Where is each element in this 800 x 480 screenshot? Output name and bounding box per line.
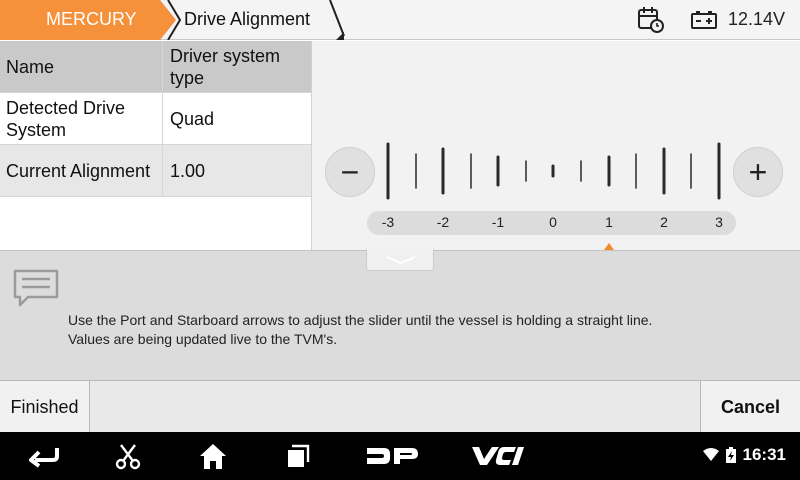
table-row: Current Alignment 1.00 xyxy=(0,145,311,197)
back-icon[interactable] xyxy=(26,440,62,472)
battery-status-icon xyxy=(725,447,736,463)
data-table: Name Driver system type Detected Drive S… xyxy=(0,41,311,250)
vci-logo-icon[interactable] xyxy=(470,440,526,472)
calendar-clock-icon[interactable] xyxy=(636,6,666,34)
row-value: Quad xyxy=(170,108,215,129)
instruction-line-1: Use the Port and Starboard arrows to adj… xyxy=(68,312,653,328)
top-bar: MERCURY Drive Alignment 12.14V xyxy=(0,0,800,40)
table-row: Detected Drive System Quad xyxy=(0,93,311,145)
header-name: Name xyxy=(0,41,163,92)
tick-label: 1 xyxy=(605,214,613,230)
message-icon xyxy=(13,269,59,307)
table-header-row: Name Driver system type xyxy=(0,41,311,93)
chevron-down-icon xyxy=(386,256,416,265)
tab-brand[interactable]: MERCURY xyxy=(0,0,178,40)
header-type: Driver system type xyxy=(170,45,281,88)
tick-label: -1 xyxy=(491,214,505,230)
footer-bar: Finished Cancel xyxy=(0,380,800,433)
row-name: Current Alignment xyxy=(0,145,163,196)
tick-label: -2 xyxy=(436,214,450,230)
alignment-slider-panel: − + -3 -2 -1 0 1 2 3 xyxy=(311,41,800,250)
tick-label: -3 xyxy=(381,214,395,230)
tick-label: 3 xyxy=(715,214,723,230)
cancel-button[interactable]: Cancel xyxy=(700,381,800,433)
clock: 16:31 xyxy=(742,445,786,464)
recent-apps-icon[interactable] xyxy=(282,440,314,472)
wifi-icon xyxy=(702,448,719,461)
table-empty-row xyxy=(0,197,311,250)
tick-label: 2 xyxy=(660,214,668,230)
row-value: 1.00 xyxy=(170,160,206,181)
voltage-readout: 12.14V xyxy=(728,9,786,29)
instruction-line-2: Values are being updated live to the TVM… xyxy=(68,331,338,347)
tab-drive-alignment[interactable]: Drive Alignment xyxy=(166,0,348,40)
brand-tab-label: MERCURY xyxy=(46,9,137,29)
row-name: Detected Drive System xyxy=(0,93,163,144)
status-area: 16:31 xyxy=(702,445,786,465)
scissors-icon[interactable] xyxy=(112,440,144,472)
instruction-text: Use the Port and Starboard arrows to adj… xyxy=(68,311,788,349)
collapse-handle[interactable] xyxy=(366,249,434,271)
battery-icon xyxy=(691,11,717,29)
current-value-pointer xyxy=(604,243,614,250)
system-nav-bar: 16:31 xyxy=(0,432,800,480)
page-tab-label: Drive Alignment xyxy=(184,9,311,29)
tick-label: 0 xyxy=(549,214,557,230)
finished-button[interactable]: Finished xyxy=(0,381,90,433)
home-icon[interactable] xyxy=(197,440,229,472)
dp-logo-icon[interactable] xyxy=(364,440,420,472)
